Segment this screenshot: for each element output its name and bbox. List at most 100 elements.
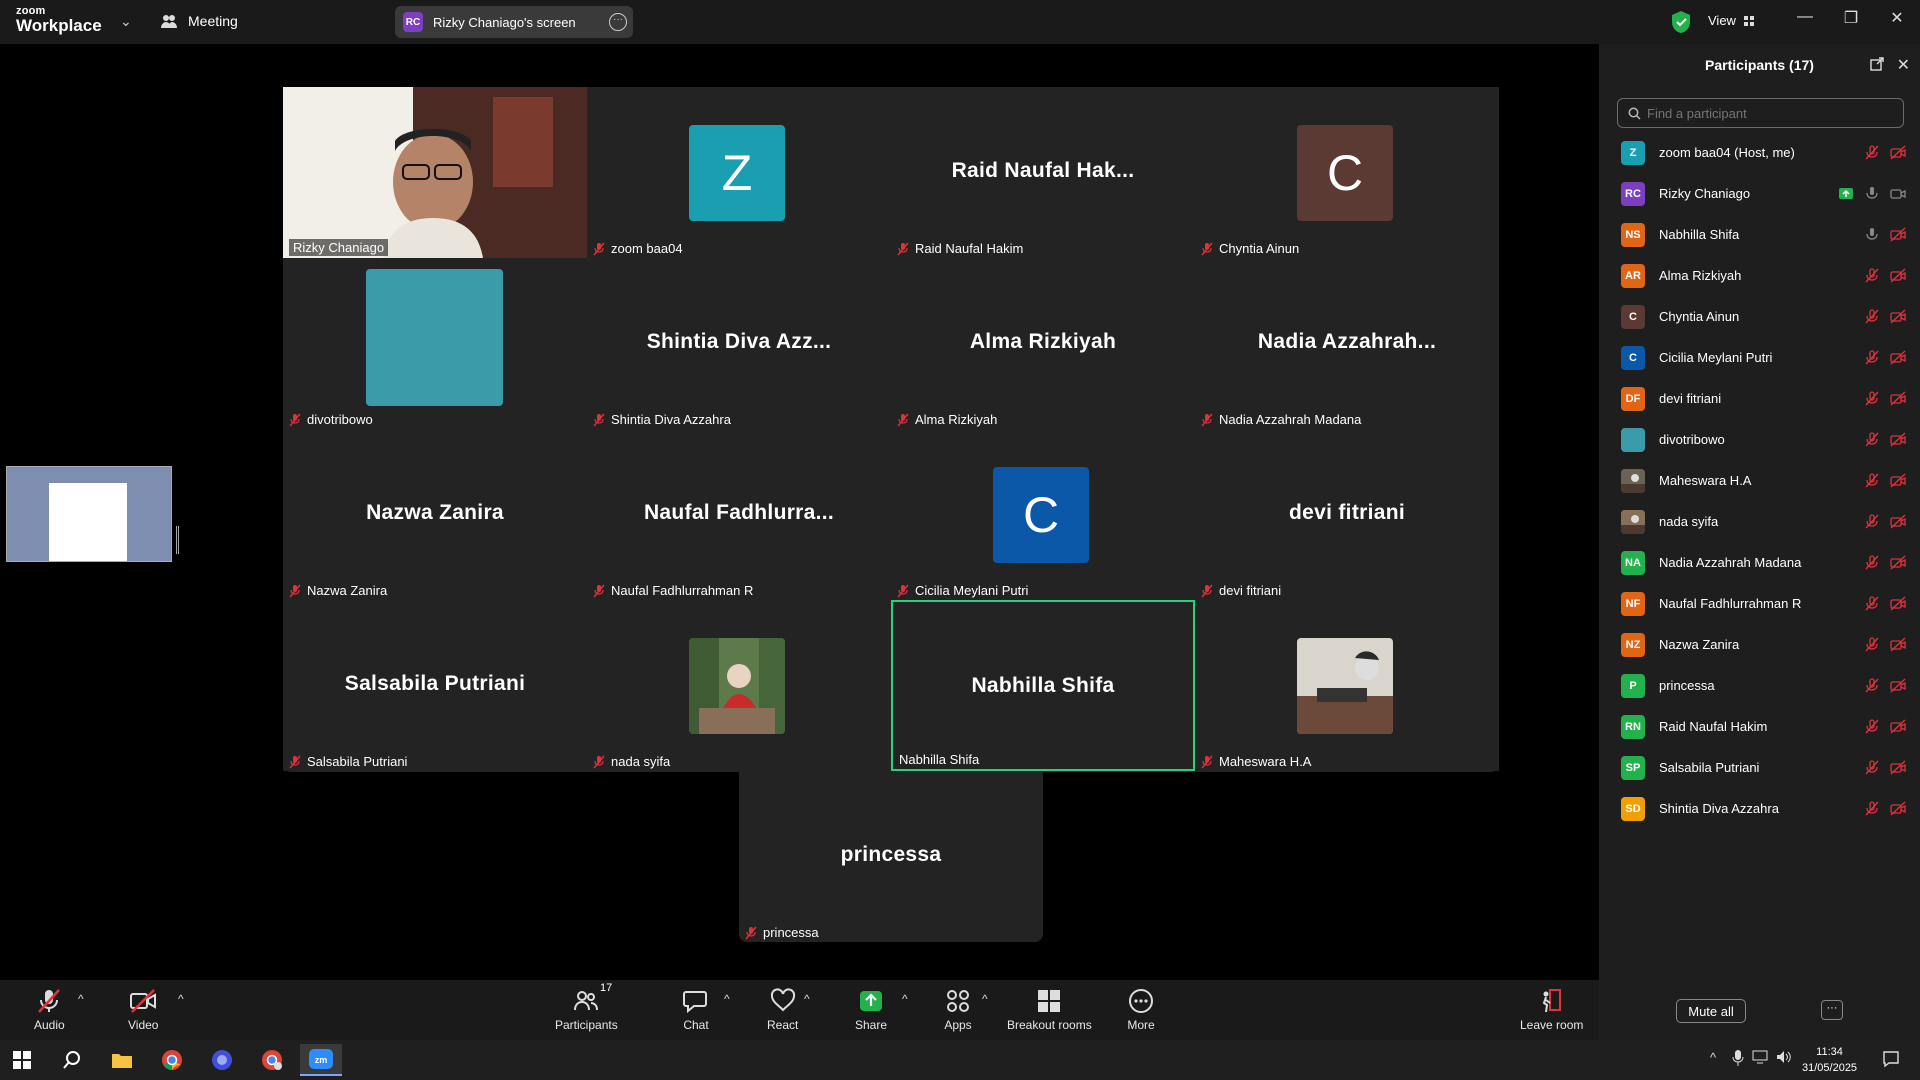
participant-mic-muted-icon[interactable] [1864,760,1880,775]
screen-options-more-icon[interactable]: ··· [609,13,627,31]
participant-tile[interactable]: Maheswara H.A [1195,600,1499,771]
chat-button[interactable]: Chat [682,988,710,1032]
browser-app-icon[interactable] [202,1044,242,1076]
tray-network-icon[interactable] [1752,1050,1768,1064]
meeting-menu-button[interactable]: Meeting [160,12,238,30]
participant-mic-muted-icon[interactable] [1864,678,1880,693]
participant-list-item[interactable]: DF devi fitriani [1599,378,1920,419]
participant-video-off-icon[interactable] [1890,432,1906,447]
panel-more-options-icon[interactable]: ··· [1821,1000,1843,1020]
participant-mic-on-icon[interactable] [1864,227,1880,242]
participant-video-off-icon[interactable] [1890,350,1906,365]
audio-options-caret-icon[interactable]: ^ [78,992,84,1006]
screen-share-indicator[interactable]: RC Rizky Chaniago's screen ··· [395,6,633,38]
react-options-caret-icon[interactable]: ^ [804,992,810,1006]
participant-tile[interactable]: Nabhilla Shifa Nabhilla Shifa [891,600,1195,771]
participant-list-item[interactable]: RN Raid Naufal Hakim [1599,706,1920,747]
participant-tile[interactable]: princessa princessa [739,771,1043,942]
participant-mic-muted-icon[interactable] [1864,801,1880,816]
share-button[interactable]: Share [855,988,887,1032]
participant-list-item[interactable]: NS Nabhilla Shifa [1599,214,1920,255]
participants-button[interactable]: Participants [555,988,618,1032]
participant-tile[interactable]: divotribowo [283,258,587,429]
participant-list-item[interactable]: Zzoom baa04 (Host, me) [1599,132,1920,173]
participant-mic-muted-icon[interactable] [1864,268,1880,283]
participant-video-off-icon[interactable] [1890,268,1906,283]
mute-all-button[interactable]: Mute all [1676,999,1746,1023]
participant-mic-muted-icon[interactable] [1864,555,1880,570]
apps-button[interactable]: Apps [944,988,972,1032]
participant-tile[interactable]: C Chyntia Ainun [1195,87,1499,258]
participant-search-input[interactable] [1647,105,1897,121]
tray-mic-icon[interactable] [1732,1050,1744,1066]
participant-mic-muted-icon[interactable] [1864,514,1880,529]
participant-video-off-icon[interactable] [1890,637,1906,652]
participant-mic-muted-icon[interactable] [1864,473,1880,488]
participant-tile[interactable]: devi fitriani devi fitriani [1195,429,1499,600]
participant-tile[interactable]: nada syifa [587,600,891,771]
participant-tile[interactable]: Raid Naufal Hak... Raid Naufal Hakim [891,87,1195,258]
participant-list-item[interactable]: C Chyntia Ainun [1599,296,1920,337]
participant-mic-muted-icon[interactable] [1864,637,1880,652]
react-button[interactable]: React [767,988,798,1032]
chrome-icon[interactable] [152,1044,192,1076]
participant-video-off-icon[interactable] [1890,514,1906,529]
view-button[interactable]: View [1708,13,1754,28]
participant-list-item[interactable]: divotribowo [1599,419,1920,460]
participant-mic-muted-icon[interactable] [1864,432,1880,447]
app-menu-chevron-icon[interactable]: ⌄ [120,13,132,30]
taskbar-search-icon[interactable] [52,1044,92,1076]
participant-tile[interactable]: Zzoom baa04 [587,87,891,258]
taskbar-clock[interactable]: 11:34 31/05/2025 [1802,1044,1857,1076]
participant-video-off-icon[interactable] [1890,678,1906,693]
participant-list-item[interactable]: AR Alma Rizkiyah [1599,255,1920,296]
participant-video-off-icon[interactable] [1890,719,1906,734]
participant-video-off-icon[interactable] [1890,145,1906,160]
thumbnail-resize-handle[interactable] [176,526,179,554]
shared-screen-thumbnail[interactable] [6,466,172,562]
chat-options-caret-icon[interactable]: ^ [724,992,730,1006]
file-explorer-icon[interactable] [102,1044,142,1076]
popout-icon[interactable] [1870,57,1884,71]
participant-tile[interactable]: Salsabila Putriani Salsabila Putriani [283,600,587,771]
participant-list-item[interactable]: SD Shintia Diva Azzahra [1599,788,1920,829]
participant-list-item[interactable]: NZ Nazwa Zanira [1599,624,1920,665]
breakout-rooms-button[interactable]: Breakout rooms [1007,988,1092,1032]
participant-video-on-icon[interactable] [1890,186,1906,201]
close-panel-icon[interactable]: ✕ [1897,55,1910,75]
participant-mic-muted-icon[interactable] [1864,350,1880,365]
video-button[interactable]: Video [128,988,158,1032]
participant-list-item[interactable]: RC Rizky Chaniago [1599,173,1920,214]
participant-mic-muted-icon[interactable] [1864,391,1880,406]
video-options-caret-icon[interactable]: ^ [178,992,184,1006]
windows-start-icon[interactable] [2,1044,42,1076]
participant-list-item[interactable]: SP Salsabila Putriani [1599,747,1920,788]
participant-video-off-icon[interactable] [1890,760,1906,775]
participant-video-off-icon[interactable] [1890,801,1906,816]
participant-tile[interactable]: Shintia Diva Azz... Shintia Diva Azzahra [587,258,891,429]
participant-mic-muted-icon[interactable] [1864,309,1880,324]
audio-button[interactable]: Audio [34,988,65,1032]
tray-chevron-icon[interactable]: ^ [1710,1050,1716,1065]
participant-video-off-icon[interactable] [1890,227,1906,242]
share-options-caret-icon[interactable]: ^ [902,992,908,1006]
participant-tile[interactable]: Nadia Azzahrah... Nadia Azzahrah Madana [1195,258,1499,429]
tray-volume-icon[interactable] [1776,1050,1792,1064]
chrome-profile-icon[interactable] [252,1044,292,1076]
participant-list-item[interactable]: Maheswara H.A [1599,460,1920,501]
participant-video-off-icon[interactable] [1890,309,1906,324]
close-window-icon[interactable]: ✕ [1882,8,1912,28]
participant-list-item[interactable]: NA Nadia Azzahrah Madana [1599,542,1920,583]
minimize-icon[interactable]: — [1790,8,1820,26]
participant-mic-on-icon[interactable] [1864,186,1880,201]
participant-tile[interactable]: C Cicilia Meylani Putri [891,429,1195,600]
participant-tile[interactable]: Alma Rizkiyah Alma Rizkiyah [891,258,1195,429]
security-shield-icon[interactable] [1670,10,1692,34]
maximize-icon[interactable]: ❐ [1836,8,1866,28]
participant-video-off-icon[interactable] [1890,596,1906,611]
participant-list-item[interactable]: NF Naufal Fadhlurrahman R [1599,583,1920,624]
participant-video-off-icon[interactable] [1890,473,1906,488]
participant-mic-muted-icon[interactable] [1864,145,1880,160]
participant-tile[interactable]: Naufal Fadhlurra... Naufal Fadhlurrahman … [587,429,891,600]
zoom-taskbar-icon[interactable]: zm [300,1044,342,1076]
